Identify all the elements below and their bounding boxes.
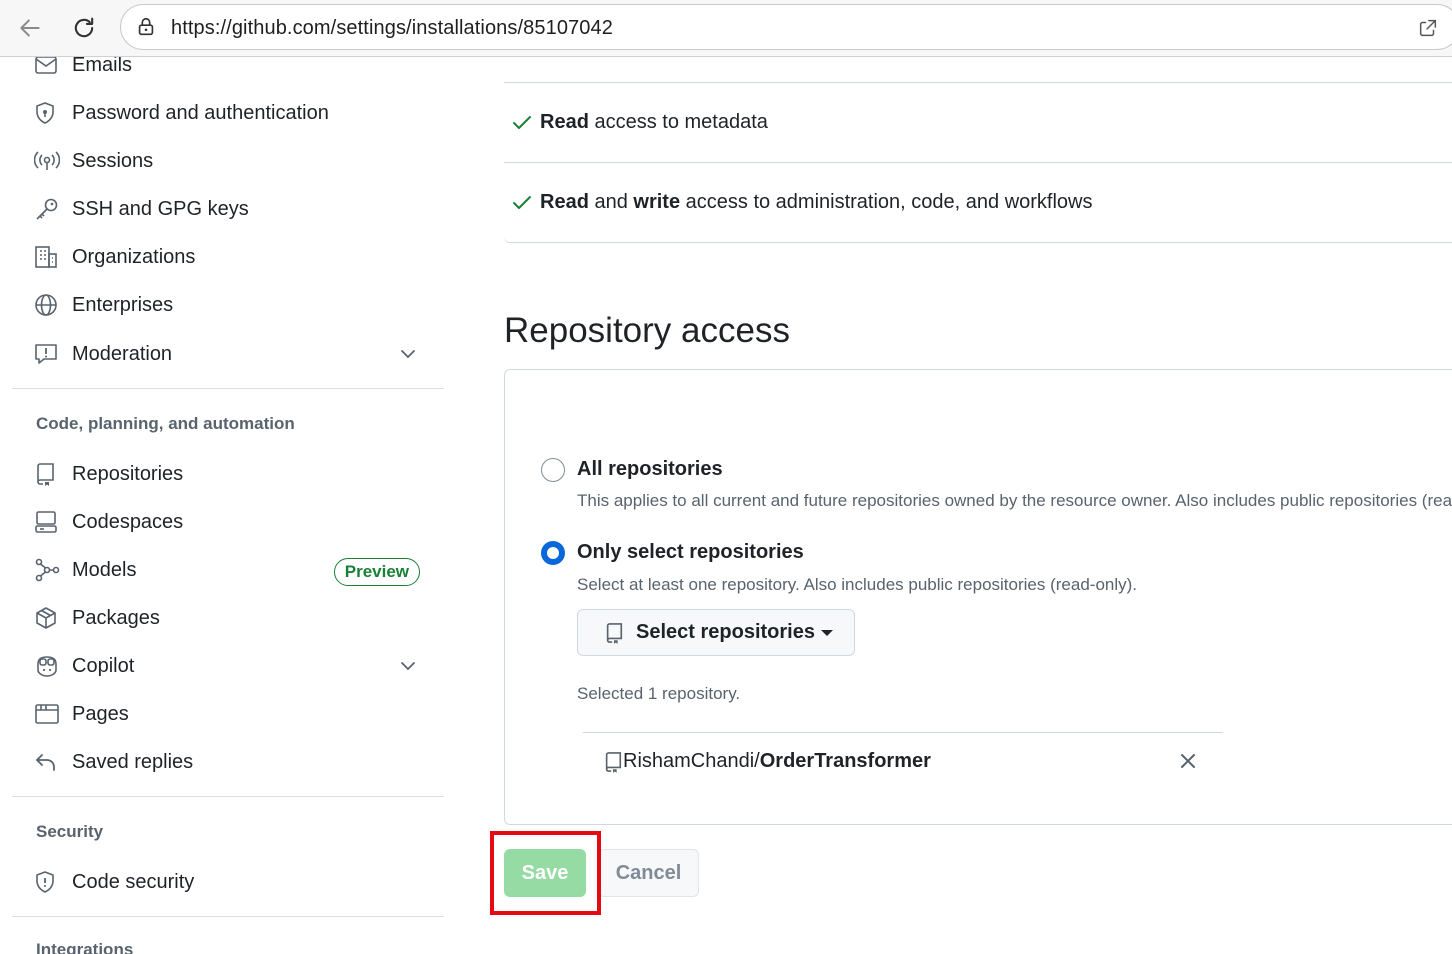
sidebar-item-label: Repositories: [72, 462, 184, 485]
only-select-repositories-label[interactable]: Only select repositories: [577, 541, 804, 564]
package-icon: [30, 604, 66, 632]
repo-owner: RishamChandi/: [623, 750, 760, 772]
sidebar-section-heading: Code, planning, and automation: [36, 414, 295, 433]
sidebar-item-label: Moderation: [72, 342, 173, 365]
remove-repo-button[interactable]: [1177, 750, 1199, 772]
key-icon: [30, 195, 66, 223]
reload-icon: [74, 17, 94, 38]
repo-name: OrderTransformer: [759, 750, 931, 772]
sidebar-item-password[interactable]: Password and authentication: [30, 91, 430, 135]
chevron-down-icon[interactable]: [398, 656, 418, 682]
highlight-annotation: [490, 831, 601, 915]
sidebar-item-label: SSH and GPG keys: [72, 197, 249, 220]
sidebar-section-heading: Security: [36, 822, 104, 841]
sidebar-divider: [12, 796, 444, 797]
all-repositories-radio[interactable]: [541, 458, 565, 482]
selected-count: Selected 1 repository.: [577, 684, 741, 703]
caret-down-icon: [820, 629, 833, 636]
permission-row: Read access to metadata: [504, 83, 1452, 163]
sidebar-divider: [12, 388, 444, 389]
sidebar-item-label: Pages: [72, 702, 129, 725]
repo-icon: [30, 460, 66, 488]
permission-text: Read and write access to administration,…: [540, 191, 1093, 213]
sidebar-item-label: Copilot: [72, 654, 135, 677]
sidebar-item-organizations[interactable]: Organizations: [30, 235, 430, 279]
sidebar-item-label: Organizations: [72, 245, 196, 268]
codespaces-icon: [30, 508, 66, 536]
sidebar-item-label: Saved replies: [72, 750, 194, 773]
chevron-down-icon[interactable]: [398, 344, 418, 370]
sidebar-item-moderation[interactable]: Moderation: [30, 332, 430, 376]
sidebar-divider: [12, 916, 444, 917]
mail-icon: [30, 57, 66, 79]
cancel-button[interactable]: Cancel: [598, 849, 699, 897]
sidebar-item-codespaces[interactable]: Codespaces: [30, 500, 430, 544]
sidebar-item-label: Emails: [72, 57, 133, 76]
select-repositories-label: Select repositories: [636, 621, 815, 643]
shield-icon: [30, 868, 66, 896]
repo-icon: [604, 622, 624, 644]
all-repositories-desc: This applies to all current and future r…: [577, 491, 1452, 510]
sidebar-item-label: Sessions: [72, 149, 154, 172]
check-icon: [504, 113, 540, 133]
check-icon: [504, 193, 540, 213]
sidebar-item-models[interactable]: Models Preview: [30, 548, 430, 592]
report-icon: [30, 340, 66, 368]
organization-icon: [30, 243, 66, 271]
sidebar-item-copilot[interactable]: Copilot: [30, 644, 430, 688]
back-button[interactable]: [12, 10, 48, 46]
sidebar-item-enterprises[interactable]: Enterprises: [30, 283, 430, 327]
sidebar-item-code-security[interactable]: Code security: [30, 860, 430, 904]
models-icon: [30, 556, 66, 584]
only-select-repositories-radio[interactable]: [541, 541, 565, 565]
copilot-icon: [30, 652, 66, 680]
settings-sidebar: Emails Password and authentication Sessi…: [0, 57, 460, 954]
repository-access-panel: All repositories This applies to all cur…: [504, 369, 1452, 825]
globe-icon: [30, 291, 66, 319]
main-content: Read access to metadata Read and write a…: [490, 57, 1452, 954]
sidebar-item-repositories[interactable]: Repositories: [30, 452, 430, 496]
sidebar-item-label: Password and authentication: [72, 101, 329, 124]
permission-text: Read access to metadata: [540, 111, 768, 133]
preview-badge: Preview: [333, 558, 420, 586]
sidebar-item-emails[interactable]: Emails: [30, 57, 430, 87]
selected-repo-row: RishamChandi/OrderTransformer: [583, 732, 1223, 790]
close-icon: [1181, 754, 1195, 768]
sidebar-item-label: Models: [72, 558, 137, 581]
sidebar-item-label: Packages: [72, 606, 160, 629]
permission-divider-top: [504, 3, 1452, 83]
sidebar-item-pages[interactable]: Pages: [30, 692, 430, 736]
site-info-icon[interactable]: [135, 16, 157, 43]
shield-lock-icon: [30, 99, 66, 127]
sidebar-item-label: Codespaces: [72, 510, 184, 533]
select-repositories-button[interactable]: Select repositories: [577, 609, 855, 656]
browser-icon: [30, 700, 66, 728]
arrow-left-icon: [20, 19, 40, 37]
sidebar-item-sessions[interactable]: Sessions: [30, 139, 430, 183]
reload-button[interactable]: [66, 10, 102, 46]
sidebar-item-ssh-gpg[interactable]: SSH and GPG keys: [30, 187, 430, 231]
sidebar-item-label: Enterprises: [72, 293, 174, 316]
sidebar-item-packages[interactable]: Packages: [30, 596, 430, 640]
sidebar-section-heading: Integrations: [36, 940, 134, 954]
sidebar-item-saved-replies[interactable]: Saved replies: [30, 740, 430, 784]
sidebar-item-label: Code security: [72, 870, 195, 893]
broadcast-icon: [30, 147, 66, 175]
all-repositories-label[interactable]: All repositories: [577, 458, 723, 481]
repo-icon: [603, 750, 623, 774]
repository-access-title: Repository access: [504, 311, 790, 350]
reply-icon: [30, 748, 66, 776]
only-select-repositories-desc: Select at least one repository. Also inc…: [577, 575, 1138, 594]
permission-row: Read and write access to administration,…: [504, 163, 1452, 243]
